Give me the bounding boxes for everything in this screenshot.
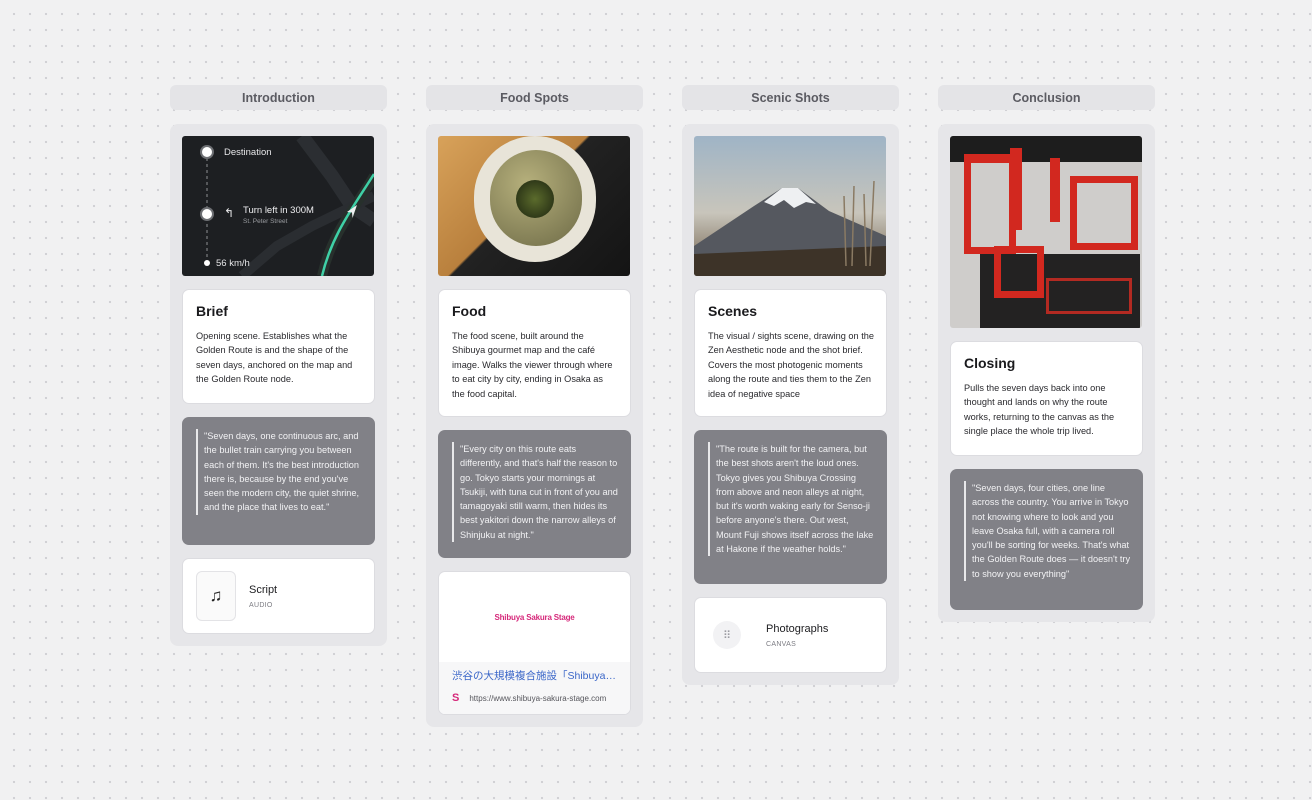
column-title: Scenic Shots: [751, 90, 830, 105]
food-card[interactable]: Food The food scene, built around the Sh…: [438, 289, 631, 417]
quote-text: "Every city on this route eats different…: [452, 442, 619, 543]
art-red-stroke-5: [994, 246, 1044, 298]
column-introduction: Destination ↰ Turn left in 300M St. Pete…: [170, 124, 387, 646]
nav-speed: 56 km/h: [216, 258, 250, 269]
column-title: Conclusion: [1012, 90, 1081, 105]
art-red-stroke-3: [1050, 158, 1060, 222]
column-food-spots: Food The food scene, built around the Sh…: [426, 124, 643, 727]
column-header-conclusion[interactable]: Conclusion: [938, 85, 1155, 110]
column-header-scenic-shots[interactable]: Scenic Shots: [682, 85, 899, 110]
card-body: The visual / sights scene, drawing on th…: [708, 331, 874, 399]
file-title: Photographs: [766, 622, 829, 635]
column-title: Food Spots: [500, 90, 569, 105]
navigation-map-image[interactable]: Destination ↰ Turn left in 300M St. Pete…: [182, 136, 374, 276]
scenes-card[interactable]: Scenes The visual / sights scene, drawin…: [694, 289, 887, 417]
art-red-stroke-1: [964, 154, 1016, 254]
card-body: Pulls the seven days back into one thoug…: [964, 383, 1115, 437]
card-body: Opening scene. Establishes what the Gold…: [196, 331, 353, 385]
column-header-food-spots[interactable]: Food Spots: [426, 85, 643, 110]
destination-marker-icon: [200, 145, 214, 159]
art-red-stroke-4: [1070, 176, 1138, 250]
link-preview-card[interactable]: Shibuya Sakura Stage 渋谷の大規模複合施設「Shibuya …: [438, 571, 631, 715]
music-note-icon: ♫: [196, 571, 236, 621]
nav-destination-label: Destination: [224, 147, 272, 158]
mountain-graphic: [694, 180, 886, 276]
column-scenic-shots: Scenes The visual / sights scene, drawin…: [682, 124, 899, 685]
quote-card[interactable]: "Seven days, one continuous arc, and the…: [182, 417, 375, 545]
link-preview-image: Shibuya Sakura Stage: [439, 572, 630, 662]
site-favicon-icon: S: [452, 692, 460, 704]
calligraphy-art-image[interactable]: [950, 136, 1142, 328]
quote-card[interactable]: "Seven days, four cities, one line acros…: [950, 469, 1143, 610]
quote-text: "Seven days, four cities, one line acros…: [964, 481, 1131, 582]
link-url-row: S https://www.shibuya-sakura-stage.com: [439, 688, 630, 714]
turn-left-arrow-icon: ↰: [224, 206, 235, 220]
brief-card[interactable]: Brief Opening scene. Establishes what th…: [182, 289, 375, 404]
card-title: Scenes: [708, 303, 758, 319]
nav-street-name: St. Peter Street: [243, 218, 288, 225]
quote-card[interactable]: "The route is built for the camera, but …: [694, 430, 887, 584]
card-title: Food: [452, 303, 487, 319]
art-red-stroke-6: [1046, 278, 1132, 314]
current-position-marker-icon: [200, 207, 214, 221]
card-body: The food scene, built around the Shibuya…: [452, 331, 613, 399]
file-type: CANVAS: [766, 640, 797, 648]
speed-marker-icon: [204, 260, 210, 266]
dish: [516, 180, 554, 218]
card-title: Brief: [196, 303, 228, 319]
link-url[interactable]: https://www.shibuya-sakura-stage.com: [469, 694, 606, 703]
closing-card[interactable]: Closing Pulls the seven days back into o…: [950, 341, 1143, 456]
card-title: Closing: [964, 355, 1016, 371]
grid-dots-icon: ⠿: [713, 621, 741, 649]
site-logo: Shibuya Sakura Stage: [494, 612, 575, 622]
nav-turn-instruction: Turn left in 300M: [243, 205, 314, 216]
column-conclusion: Closing Pulls the seven days back into o…: [938, 124, 1155, 622]
column-title: Introduction: [242, 90, 315, 105]
quote-text: "The route is built for the camera, but …: [708, 442, 875, 557]
quote-text: "Seven days, one continuous arc, and the…: [196, 429, 363, 515]
quote-card[interactable]: "Every city on this route eats different…: [438, 430, 631, 558]
file-type: AUDIO: [249, 601, 273, 609]
art-red-stroke-2: [1010, 148, 1022, 230]
photographs-canvas-card[interactable]: ⠿ Photographs CANVAS: [694, 597, 887, 673]
link-title[interactable]: 渋谷の大規模複合施設「Shibuya Sakura Stage」: [439, 662, 630, 688]
file-title: Script: [249, 583, 278, 596]
script-audio-card[interactable]: ♫ Script AUDIO: [182, 558, 375, 634]
navigation-arrow-icon: [347, 205, 357, 218]
food-image[interactable]: [438, 136, 630, 276]
mount-fuji-image[interactable]: [694, 136, 886, 276]
column-header-introduction[interactable]: Introduction: [170, 85, 387, 110]
